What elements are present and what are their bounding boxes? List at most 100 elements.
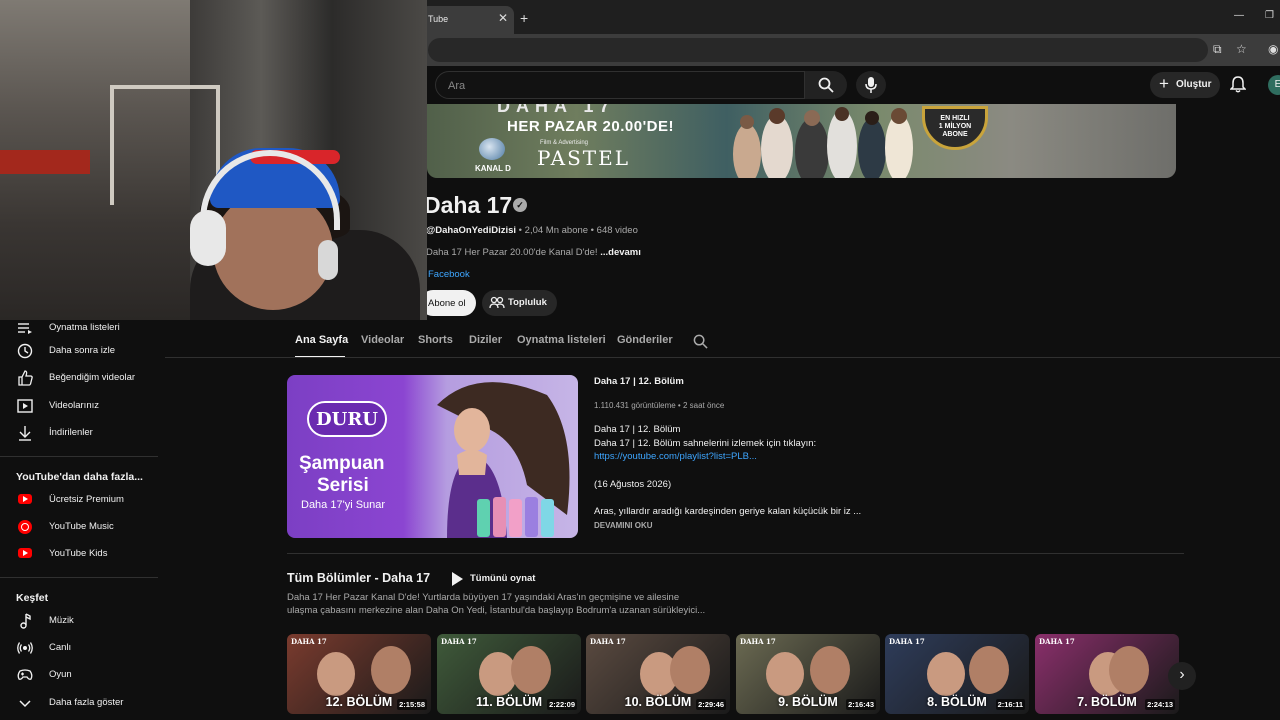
search-input[interactable]: Ara (435, 71, 805, 99)
episode-duration: 2:16:11 (995, 699, 1025, 710)
sidebar-item-music[interactable]: YouTube Music (0, 515, 160, 541)
sidebar-item-show-more[interactable]: Daha fazla göster (0, 691, 160, 717)
webcam-headphones-right (318, 240, 338, 280)
sidebar-item-live[interactable]: Canlı (0, 636, 160, 662)
community-icon (489, 296, 505, 309)
sidebar-item-label: YouTube Music (49, 521, 114, 532)
episode-show-logo: DAHA 17 (740, 637, 776, 646)
sidebar-item-your-videos[interactable]: Videolarınız (0, 394, 160, 420)
chevron-down-icon (19, 700, 31, 708)
sidebar-item-premium[interactable]: Ücretsiz Premium (0, 488, 160, 514)
episode-card[interactable]: DAHA 17 8. BÖLÜM 2:16:11 (885, 634, 1029, 714)
tab-playlists[interactable]: Oynatma listeleri (517, 334, 606, 346)
search-button[interactable] (805, 71, 847, 99)
channel-description-more[interactable]: ...devamı (600, 247, 641, 258)
voice-search-button[interactable] (856, 71, 886, 99)
avatar[interactable]: E (1268, 75, 1280, 95)
tab-videos[interactable]: Videolar (361, 334, 404, 346)
close-tab-icon[interactable]: ✕ (498, 11, 508, 25)
sidebar-item-label: Videolarınız (49, 400, 99, 411)
video-count: 648 video (596, 225, 638, 236)
episode-show-logo: DAHA 17 (441, 637, 477, 646)
download-icon (19, 426, 31, 441)
episode-card[interactable]: DAHA 17 7. BÖLÜM 2:24:13 (1035, 634, 1179, 714)
community-button[interactable]: Topluluk (482, 290, 557, 316)
new-tab-icon[interactable]: + (520, 10, 528, 26)
sidebar-item-music-explore[interactable]: Müzik (0, 609, 160, 635)
episode-show-logo: DAHA 17 (291, 637, 327, 646)
featured-video-title[interactable]: Daha 17 | 12. Bölüm (594, 376, 684, 387)
episode-card[interactable]: DAHA 17 9. BÖLÜM 2:16:43 (736, 634, 880, 714)
minimize-icon[interactable]: — (1234, 10, 1244, 21)
sidebar-item-label: Daha fazla göster (49, 697, 124, 708)
sidebar-item-label: Beğendiğim videolar (49, 372, 136, 383)
featured-views: 1.110.431 görüntüleme (594, 401, 676, 410)
sidebar-item-label: YouTube Kids (49, 548, 108, 559)
tabs-divider (165, 357, 1280, 358)
youtube-premium-icon (18, 494, 32, 504)
featured-video-thumbnail[interactable]: DURU Şampuan Serisi Daha 17'yi Sunar (287, 375, 578, 538)
channel-handle: @DahaOnYediDizisi (426, 225, 517, 236)
address-bar[interactable] (428, 38, 1208, 62)
sidebar-item-gaming[interactable]: Oyun (0, 663, 160, 689)
episode-card[interactable]: DAHA 17 11. BÖLÜM 2:22:09 (437, 634, 581, 714)
sidebar-item-liked-videos[interactable]: Beğendiğim videolar (0, 366, 160, 392)
badge-line-2: 1 MİLYON (938, 123, 972, 130)
episode-thumbnail-figure (670, 646, 710, 694)
tab-series[interactable]: Diziler (469, 334, 502, 346)
episode-duration: 2:22:09 (547, 699, 577, 710)
sidebar-item-watch-later[interactable]: Daha sonra izle (0, 339, 160, 365)
episode-thumbnail-figure (810, 646, 850, 694)
thumbnail-line-3: Daha 17'yi Sunar (301, 499, 386, 511)
screen: Tube ✕ + — ❐ ⧉ ☆ ◉ Ara + Oluştur E DAHA … (0, 0, 1280, 720)
thumbnail-line-1: Şampuan (299, 453, 385, 474)
subscribe-button[interactable]: Abone ol (420, 290, 476, 316)
episode-thumbnail-figure (317, 652, 355, 696)
featured-playlist-link[interactable]: https://youtube.com/playlist?list=PLB... (594, 451, 757, 462)
webcam-red-object (0, 150, 90, 174)
play-all-label: Tümünü oynat (470, 573, 536, 584)
live-icon (17, 642, 33, 654)
featured-date: (16 Ağustos 2026) (594, 479, 672, 490)
bookmark-star-icon[interactable]: ☆ (1236, 42, 1247, 56)
sidebar-item-label: İndirilenler (49, 427, 93, 438)
browser-tab-title: Tube (428, 14, 449, 24)
plus-icon: + (1159, 74, 1169, 93)
channel-description-text: Daha 17 Her Pazar 20.00'de Kanal D'de! (426, 247, 598, 258)
sidebar-item-kids[interactable]: YouTube Kids (0, 542, 160, 568)
cast-icon[interactable]: ⧉ (1213, 42, 1222, 57)
shampoo-bottles-image (477, 497, 554, 537)
channel-link-facebook[interactable]: Facebook (428, 269, 470, 280)
play-icon (452, 572, 463, 586)
episode-show-logo: DAHA 17 (1039, 637, 1075, 646)
sidebar-item-label: Müzik (49, 615, 74, 626)
browser-tab[interactable]: Tube ✕ (420, 6, 514, 34)
thumbs-up-icon (18, 370, 33, 386)
channel-description[interactable]: Daha 17 Her Pazar 20.00'de Kanal D'de! .… (426, 247, 641, 258)
episode-thumbnail-figure (969, 646, 1009, 694)
sidebar-item-downloads[interactable]: İndirilenler (0, 421, 160, 447)
create-button[interactable]: + Oluştur (1150, 72, 1220, 98)
episode-card[interactable]: DAHA 17 10. BÖLÜM 2:29:46 (586, 634, 730, 714)
profile-icon[interactable]: ◉ (1268, 42, 1278, 56)
tab-home[interactable]: Ana Sayfa (295, 334, 348, 346)
tab-posts[interactable]: Gönderiler (617, 334, 673, 346)
episode-card[interactable]: DAHA 17 12. BÖLÜM 2:15:58 (287, 634, 431, 714)
sidebar-item-label: Canlı (49, 642, 72, 653)
sidebar-item-label: Oynatma listeleri (49, 322, 120, 333)
read-more-link[interactable]: DEVAMINI OKU (594, 521, 653, 530)
episode-duration: 2:29:46 (696, 699, 726, 710)
chevron-right-icon[interactable]: › (1168, 662, 1196, 690)
tab-shorts[interactable]: Shorts (418, 334, 453, 346)
milestone-badge: EN HIZLI 1 MİLYON ABONE (922, 106, 988, 150)
shelf-title[interactable]: Tüm Bölümler - Daha 17 (287, 571, 430, 585)
bell-icon[interactable] (1230, 76, 1246, 93)
featured-age: 2 saat önce (682, 401, 725, 410)
music-note-icon (20, 613, 31, 629)
channel-search-icon[interactable] (693, 334, 708, 349)
banner-show-title: DAHA 17 (497, 104, 616, 116)
banner-network: KANAL D (475, 164, 511, 173)
restore-icon[interactable]: ❐ (1265, 10, 1274, 21)
webcam-overlay (0, 0, 427, 320)
channel-meta: @DahaOnYediDizisi • 2,04 Mn abone • 648 … (426, 225, 638, 236)
